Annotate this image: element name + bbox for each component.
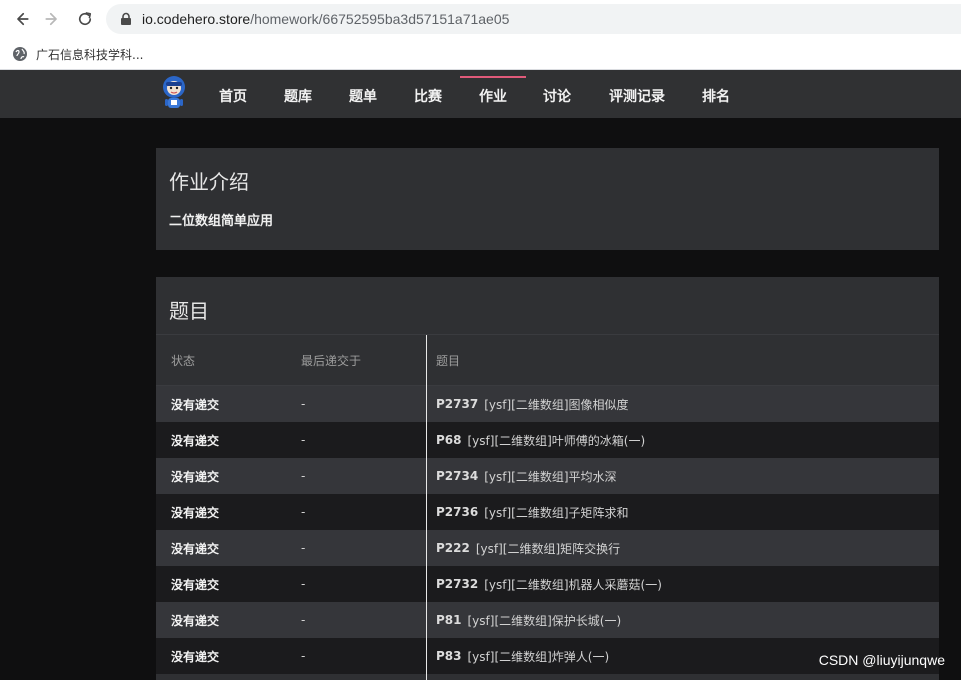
bookmark-label: 广石信息科技学科... (36, 47, 144, 62)
nav-item-discussion[interactable]: 讨论 (542, 70, 572, 118)
nav-item-judge-records[interactable]: 评测记录 (607, 70, 667, 118)
bookmarks-bar: 广石信息科技学科... (0, 38, 961, 70)
row-last-submitted: - (301, 577, 306, 591)
row-last-submitted: - (301, 469, 306, 483)
back-arrow-icon[interactable] (10, 8, 32, 30)
address-bar[interactable]: io.codehero.store/homework/66752595ba3d5… (106, 4, 961, 34)
column-header-status: 状态 (171, 353, 196, 368)
forward-arrow-icon[interactable] (42, 8, 64, 30)
table-row[interactable]: 没有递交 - P81 [ysf][二维数组]保护长城(一) (156, 602, 939, 638)
lock-icon (121, 12, 131, 25)
row-last-submitted: - (301, 541, 306, 555)
homework-intro-card: 作业介绍 二位数组简单应用 (156, 148, 939, 250)
watermark: CSDN @liuyijunqwe (818, 652, 945, 668)
nav-item-home[interactable]: 首页 (218, 70, 248, 118)
nav-item-problem-lists[interactable]: 题单 (348, 70, 378, 118)
row-status: 没有递交 (171, 541, 220, 556)
nav-item-contests[interactable]: 比赛 (413, 70, 443, 118)
row-last-submitted: - (301, 433, 306, 447)
table-row[interactable]: 没有递交 - P2736 [ysf][二维数组]子矩阵求和 (156, 494, 939, 530)
globe-icon (13, 47, 27, 61)
column-header-problem: 题目 (436, 353, 461, 368)
table-header: 状态 最后递交于 题目 (156, 334, 939, 386)
column-header-last-submitted: 最后递交于 (301, 353, 362, 368)
url-domain: io.codehero.store (142, 11, 251, 27)
problems-card: 题目 状态 最后递交于 题目 没有递交 - P2737 [ysf][二维数组]图像… (156, 277, 939, 680)
row-status: 没有递交 (171, 613, 220, 628)
table-row[interactable]: 没有递交 - P68 [ysf][二维数组]叶师傅的冰箱(一) (156, 422, 939, 458)
row-last-submitted: - (301, 397, 306, 411)
row-problem-id[interactable]: P2732 (436, 577, 478, 591)
nav-item-ranking[interactable]: 排名 (701, 70, 731, 118)
browser-chrome: io.codehero.store/homework/66752595ba3d5… (0, 0, 961, 70)
problems-title: 题目 (169, 299, 209, 323)
row-last-submitted: - (301, 505, 306, 519)
row-problem-id[interactable]: P222 (436, 541, 470, 555)
row-problem-title[interactable]: [ysf][二维数组]机器人采蘑菇(一) (484, 576, 662, 593)
row-last-submitted: - (301, 613, 306, 627)
row-problem-title[interactable]: [ysf][二维数组]炸弹人(一) (468, 648, 610, 665)
intro-text: 二位数组简单应用 (169, 214, 274, 229)
url-path: /homework/66752595ba3d57151a71ae05 (250, 11, 510, 27)
row-problem-title[interactable]: [ysf][二维数组]子矩阵求和 (484, 504, 628, 521)
row-problem-title[interactable]: [ysf][二维数组]叶师傅的冰箱(一) (468, 432, 646, 449)
row-problem-id[interactable]: P2736 (436, 505, 478, 519)
site-nav: 首页 题库 题单 比赛 作业 讨论 评测记录 排名 (0, 70, 961, 118)
row-problem-id[interactable]: P2737 (436, 397, 478, 411)
table-row[interactable]: 没有递交 - P2734 [ysf][二维数组]平均水深 (156, 458, 939, 494)
table-row[interactable]: 没有递交 - P2737 [ysf][二维数组]图像相似度 (156, 386, 939, 422)
row-status: 没有递交 (171, 433, 220, 448)
nav-item-problem-bank[interactable]: 题库 (283, 70, 313, 118)
reload-icon[interactable] (74, 8, 96, 30)
row-status: 没有递交 (171, 469, 220, 484)
row-status: 没有递交 (171, 649, 220, 664)
row-problem-id[interactable]: P81 (436, 613, 462, 627)
row-status: 没有递交 (171, 505, 220, 520)
row-problem-title[interactable]: [ysf][二维数组]保护长城(一) (468, 612, 622, 629)
table-row[interactable]: 没有递交 - P222 [ysf][二维数组]矩阵交换行 (156, 530, 939, 566)
column-divider-line (426, 335, 427, 680)
row-status: 没有递交 (171, 577, 220, 592)
table-row[interactable]: 没有递交 - P2732 [ysf][二维数组]机器人采蘑菇(一) (156, 566, 939, 602)
row-problem-title[interactable]: [ysf][二维数组]平均水深 (484, 468, 616, 485)
row-problem-id[interactable]: P68 (436, 433, 462, 447)
codehero-logo-icon[interactable] (158, 74, 190, 112)
browser-toolbar: io.codehero.store/homework/66752595ba3d5… (0, 0, 961, 38)
nav-item-homework[interactable]: 作业 (460, 70, 526, 118)
row-status: 没有递交 (171, 397, 220, 412)
intro-title: 作业介绍 (169, 170, 249, 194)
row-problem-title[interactable]: [ysf][二维数组]图像相似度 (484, 396, 628, 413)
bookmark-item[interactable]: 广石信息科技学科... (12, 43, 143, 65)
row-problem-id[interactable]: P2734 (436, 469, 478, 483)
row-problem-title[interactable]: [ysf][二维数组]矩阵交换行 (476, 540, 620, 557)
row-problem-id[interactable]: P83 (436, 649, 462, 663)
problems-table: 状态 最后递交于 题目 没有递交 - P2737 [ysf][二维数组]图像相似度… (156, 334, 939, 674)
row-last-submitted: - (301, 649, 306, 663)
